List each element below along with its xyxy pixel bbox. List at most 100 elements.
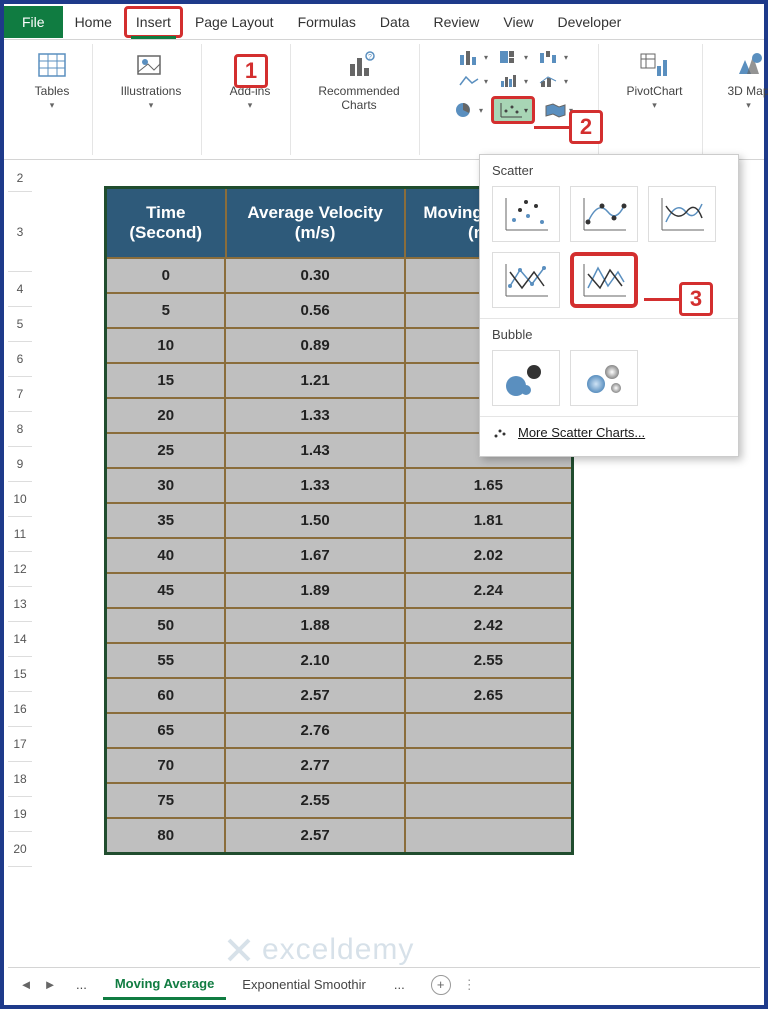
cell-time[interactable]: 0 (107, 257, 226, 292)
cell-moving-avg[interactable] (406, 747, 571, 782)
cell-time[interactable]: 10 (107, 327, 226, 362)
cell-time[interactable]: 25 (107, 432, 226, 467)
tab-file[interactable]: File (4, 6, 63, 38)
pivotchart-button[interactable]: PivotChart ▾ (617, 48, 692, 111)
sheet-nav-prev[interactable]: ◄ (16, 977, 36, 992)
scatter-option-straight-markers[interactable] (492, 252, 560, 308)
cell-velocity[interactable]: 2.57 (226, 817, 405, 852)
row-header-3[interactable]: 3 (8, 192, 32, 272)
cell-moving-avg[interactable]: 1.81 (406, 502, 571, 537)
cell-time[interactable]: 45 (107, 572, 226, 607)
scatter-option-straight-lines[interactable] (570, 252, 638, 308)
scatter-option-markers[interactable] (492, 186, 560, 242)
cell-time[interactable]: 50 (107, 607, 226, 642)
scatter-option-smooth-markers[interactable] (570, 186, 638, 242)
combo-chart-button[interactable]: ▾ (536, 72, 570, 90)
cell-time[interactable]: 40 (107, 537, 226, 572)
row-header-7[interactable]: 7 (8, 377, 32, 412)
sheet-tab-more[interactable]: ... (64, 971, 99, 998)
scatter-option-smooth[interactable] (648, 186, 716, 242)
waterfall-chart-button[interactable]: ▾ (536, 48, 570, 66)
tab-insert[interactable]: Insert (124, 6, 183, 38)
cell-moving-avg[interactable] (406, 817, 571, 852)
cell-velocity[interactable]: 1.33 (226, 467, 405, 502)
3dmap-button[interactable]: 3D Map ▾ (721, 48, 768, 111)
table-row[interactable]: 602.572.65 (107, 677, 571, 712)
cell-velocity[interactable]: 2.55 (226, 782, 405, 817)
cell-time[interactable]: 20 (107, 397, 226, 432)
tab-review[interactable]: Review (422, 6, 492, 38)
cell-moving-avg[interactable] (406, 712, 571, 747)
cell-time[interactable]: 15 (107, 362, 226, 397)
table-row[interactable]: 802.57 (107, 817, 571, 852)
cell-velocity[interactable]: 1.43 (226, 432, 405, 467)
line-chart-button[interactable]: ▾ (456, 72, 490, 90)
statistic-chart-button[interactable]: ▾ (496, 72, 530, 90)
cell-moving-avg[interactable] (406, 782, 571, 817)
table-row[interactable]: 501.882.42 (107, 607, 571, 642)
cell-velocity[interactable]: 0.56 (226, 292, 405, 327)
cell-moving-avg[interactable]: 2.65 (406, 677, 571, 712)
cell-time[interactable]: 60 (107, 677, 226, 712)
table-row[interactable]: 702.77 (107, 747, 571, 782)
row-header-5[interactable]: 5 (8, 307, 32, 342)
cell-velocity[interactable]: 0.30 (226, 257, 405, 292)
cell-time[interactable]: 5 (107, 292, 226, 327)
cell-time[interactable]: 70 (107, 747, 226, 782)
cell-time[interactable]: 55 (107, 642, 226, 677)
cell-moving-avg[interactable]: 2.02 (406, 537, 571, 572)
row-header-17[interactable]: 17 (8, 727, 32, 762)
sheet-tab-exponential[interactable]: Exponential Smoothir (230, 971, 378, 998)
cell-velocity[interactable]: 1.33 (226, 397, 405, 432)
row-header-10[interactable]: 10 (8, 482, 32, 517)
illustrations-button[interactable]: Illustrations ▾ (111, 48, 191, 111)
cell-velocity[interactable]: 2.76 (226, 712, 405, 747)
cell-moving-avg[interactable]: 2.42 (406, 607, 571, 642)
cell-velocity[interactable]: 0.89 (226, 327, 405, 362)
sheet-tab-moving-average[interactable]: Moving Average (103, 970, 226, 1000)
row-header-9[interactable]: 9 (8, 447, 32, 482)
header-velocity[interactable]: Average Velocity (m/s) (227, 189, 406, 257)
bubble-option-flat[interactable] (492, 350, 560, 406)
row-header-20[interactable]: 20 (8, 832, 32, 867)
table-row[interactable]: 752.55 (107, 782, 571, 817)
cell-time[interactable]: 65 (107, 712, 226, 747)
header-time[interactable]: Time (Second) (107, 189, 227, 257)
tab-view[interactable]: View (491, 6, 545, 38)
tab-formulas[interactable]: Formulas (286, 6, 368, 38)
cell-velocity[interactable]: 1.88 (226, 607, 405, 642)
tables-button[interactable]: Tables ▾ (22, 48, 82, 111)
bubble-option-3d[interactable] (570, 350, 638, 406)
row-header-19[interactable]: 19 (8, 797, 32, 832)
row-header-16[interactable]: 16 (8, 692, 32, 727)
row-header-13[interactable]: 13 (8, 587, 32, 622)
cell-time[interactable]: 80 (107, 817, 226, 852)
row-header-8[interactable]: 8 (8, 412, 32, 447)
scatter-chart-button[interactable]: ▾ (491, 96, 535, 124)
tab-home[interactable]: Home (63, 6, 124, 38)
table-row[interactable]: 351.501.81 (107, 502, 571, 537)
table-row[interactable]: 552.102.55 (107, 642, 571, 677)
sheet-nav-next[interactable]: ► (40, 977, 60, 992)
hierarchy-chart-button[interactable]: ▾ (496, 48, 530, 66)
sheet-tab-more2[interactable]: ... (382, 971, 417, 998)
cell-velocity[interactable]: 1.89 (226, 572, 405, 607)
row-header-11[interactable]: 11 (8, 517, 32, 552)
cell-velocity[interactable]: 2.77 (226, 747, 405, 782)
row-header-6[interactable]: 6 (8, 342, 32, 377)
row-header-12[interactable]: 12 (8, 552, 32, 587)
cell-time[interactable]: 30 (107, 467, 226, 502)
row-header-14[interactable]: 14 (8, 622, 32, 657)
more-scatter-charts[interactable]: More Scatter Charts... (480, 417, 738, 448)
recommended-button[interactable]: ? Recommended Charts (309, 48, 409, 113)
cell-velocity[interactable]: 1.67 (226, 537, 405, 572)
row-header-2[interactable]: 2 (8, 164, 32, 192)
cell-velocity[interactable]: 1.50 (226, 502, 405, 537)
tab-page-layout[interactable]: Page Layout (183, 6, 286, 38)
cell-time[interactable]: 35 (107, 502, 226, 537)
cell-velocity[interactable]: 2.10 (226, 642, 405, 677)
row-header-15[interactable]: 15 (8, 657, 32, 692)
table-row[interactable]: 652.76 (107, 712, 571, 747)
tab-data[interactable]: Data (368, 6, 422, 38)
cell-moving-avg[interactable]: 1.65 (406, 467, 571, 502)
